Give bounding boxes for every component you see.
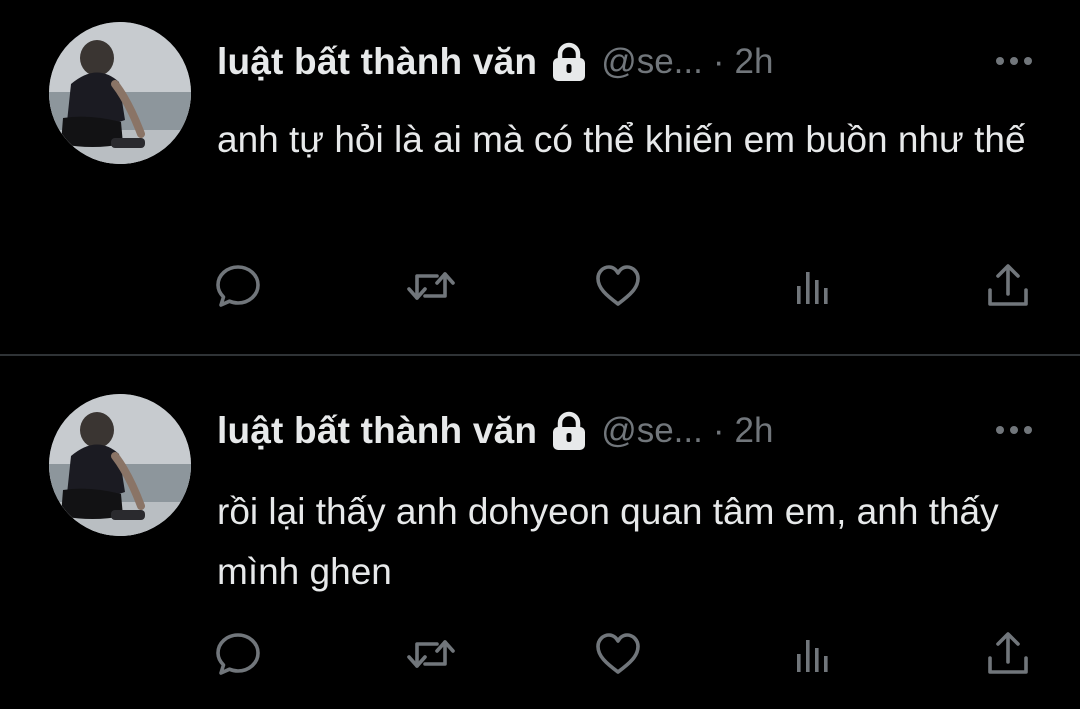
views-icon — [797, 640, 828, 672]
user-handle[interactable]: @se... — [601, 42, 703, 82]
tweet-header: luật bất thành văn @se... · 2h — [217, 37, 773, 87]
views-icon — [797, 272, 828, 304]
heart-icon — [596, 265, 640, 306]
like-button[interactable] — [588, 256, 648, 316]
action-bar — [0, 256, 1080, 316]
retweet-icon — [407, 640, 455, 668]
views-button[interactable] — [781, 256, 841, 316]
lock-icon — [551, 42, 587, 82]
reply-icon — [216, 265, 260, 307]
retweet-button[interactable] — [401, 624, 461, 684]
like-button[interactable] — [588, 624, 648, 684]
reply-icon — [216, 633, 260, 675]
user-handle[interactable]: @se... — [601, 411, 703, 451]
heart-icon — [596, 633, 640, 674]
more-icon[interactable] — [994, 54, 1034, 68]
retweet-icon — [407, 272, 455, 300]
timestamp[interactable]: 2h — [735, 42, 774, 82]
share-icon — [988, 632, 1028, 674]
avatar[interactable] — [49, 22, 191, 164]
share-button[interactable] — [978, 624, 1038, 684]
tweet[interactable]: luật bất thành văn @se... · 2h anh tự hỏ… — [0, 0, 1080, 354]
views-button[interactable] — [781, 624, 841, 684]
display-name[interactable]: luật bất thành văn — [217, 410, 537, 452]
lock-icon — [551, 411, 587, 451]
reply-button[interactable] — [208, 256, 268, 316]
share-button[interactable] — [978, 256, 1038, 316]
display-name[interactable]: luật bất thành văn — [217, 41, 537, 83]
tweet-header: luật bất thành văn @se... · 2h — [217, 406, 773, 456]
action-bar — [0, 624, 1080, 684]
separator-dot: · — [712, 411, 725, 450]
tweet[interactable]: luật bất thành văn @se... · 2h rồi lại t… — [0, 356, 1080, 709]
timestamp[interactable]: 2h — [735, 411, 774, 451]
more-icon[interactable] — [994, 423, 1034, 437]
retweet-button[interactable] — [401, 256, 461, 316]
separator-dot: · — [712, 42, 725, 81]
avatar[interactable] — [49, 394, 191, 536]
tweet-text: rồi lại thấy anh dohyeon quan tâm em, an… — [217, 491, 999, 592]
tweet-text: anh tự hỏi là ai mà có thể khiến em buồn… — [217, 119, 1026, 160]
share-icon — [988, 264, 1028, 306]
reply-button[interactable] — [208, 624, 268, 684]
